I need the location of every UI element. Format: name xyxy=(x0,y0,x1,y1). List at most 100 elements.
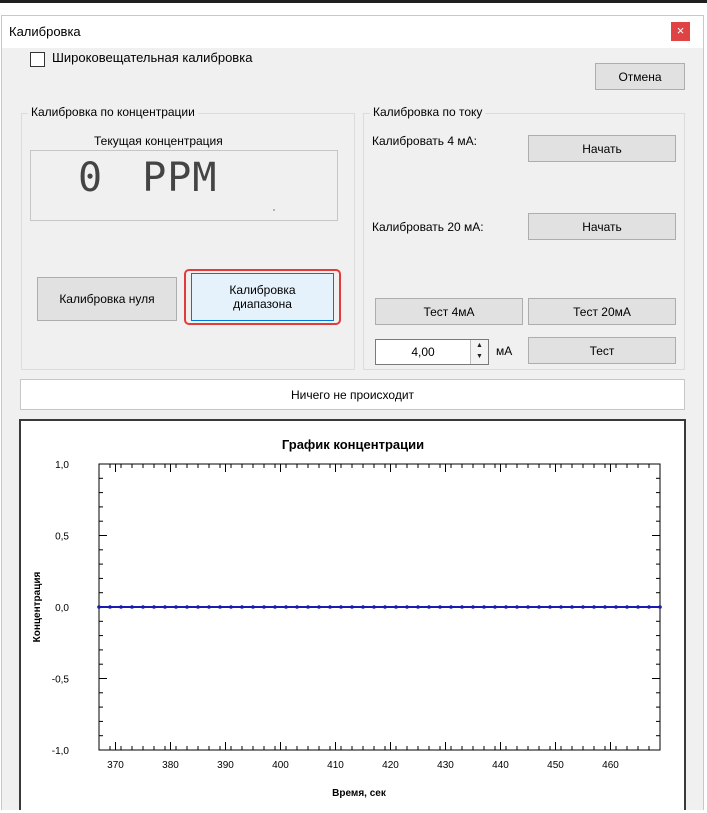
concentration-data-point xyxy=(493,605,497,609)
x-axis-label: Время, сек xyxy=(332,788,387,799)
close-icon[interactable]: × xyxy=(671,22,690,41)
concentration-data-point xyxy=(515,605,519,609)
x-tick-label: 420 xyxy=(382,760,399,771)
concentration-data-point xyxy=(295,605,299,609)
broadcast-calibration-label[interactable]: Широковещательная калибровка xyxy=(52,50,252,65)
y-tick-label: 0,0 xyxy=(55,603,69,614)
concentration-chart-panel: График концентрации Время, сек Концентра… xyxy=(19,419,686,810)
concentration-data-point xyxy=(559,605,563,609)
concentration-data-point xyxy=(372,605,376,609)
concentration-data-point xyxy=(97,605,101,609)
cancel-button-label: Отмена xyxy=(618,69,662,84)
test-4ma-button[interactable]: Тест 4мА xyxy=(375,298,523,325)
ma-value-stepper[interactable]: 4,00 ▲ ▼ xyxy=(375,339,489,365)
start-4ma-button[interactable]: Начать xyxy=(528,135,676,162)
axes-layer: 370 380 390 400 410 420 430 440 450 460 1,0 0,5 0,0 -… xyxy=(52,460,661,771)
screen-top-edge xyxy=(0,0,707,3)
concentration-data-point xyxy=(185,605,189,609)
start-4ma-label: Начать xyxy=(582,141,622,156)
zero-calibration-label: Калибровка нуля xyxy=(59,292,155,306)
concentration-data-point xyxy=(482,605,486,609)
chart-title: График концентрации xyxy=(282,437,424,452)
y-axis-label: Концентрация xyxy=(32,571,43,642)
test-button[interactable]: Тест xyxy=(528,337,676,364)
concentration-data-point xyxy=(449,605,453,609)
x-tick-label: 370 xyxy=(107,760,124,771)
x-tick-label: 430 xyxy=(437,760,454,771)
concentration-unit: PPM xyxy=(142,155,218,201)
ma-value[interactable]: 4,00 xyxy=(376,345,470,359)
test-4ma-label: Тест 4мА xyxy=(423,304,475,319)
title-bar[interactable]: Калибровка × xyxy=(2,16,703,48)
x-tick-label: 390 xyxy=(217,760,234,771)
concentration-data-point xyxy=(416,605,420,609)
concentration-data-point xyxy=(207,605,211,609)
concentration-data-point xyxy=(218,605,222,609)
concentration-data-point xyxy=(592,605,596,609)
concentration-data-point xyxy=(284,605,288,609)
y-tick-label: 1,0 xyxy=(55,460,69,471)
spinner-arrows-icon[interactable]: ▲ ▼ xyxy=(470,340,488,364)
calibrate-20ma-label: Калибровать 20 мА: xyxy=(372,220,484,234)
concentration-data-point xyxy=(273,605,277,609)
concentration-data-point xyxy=(570,605,574,609)
cancel-button[interactable]: Отмена xyxy=(595,63,685,90)
y-tick-label: -1,0 xyxy=(52,746,70,757)
concentration-value-display: 0 PPM xyxy=(78,155,217,201)
start-20ma-button[interactable]: Начать xyxy=(528,213,676,240)
concentration-data-point xyxy=(581,605,585,609)
x-tick-label: 380 xyxy=(162,760,179,771)
ma-unit-label: мА xyxy=(496,344,513,358)
x-tick-label: 460 xyxy=(602,760,619,771)
concentration-data-point xyxy=(240,605,244,609)
concentration-data-point xyxy=(163,605,167,609)
concentration-data-point xyxy=(130,605,134,609)
concentration-data-point xyxy=(603,605,607,609)
current-group-title: Калибровка по току xyxy=(370,105,486,119)
concentration-data-point xyxy=(636,605,640,609)
concentration-data-point xyxy=(229,605,233,609)
concentration-data-point xyxy=(658,605,662,609)
zero-calibration-button[interactable]: Калибровка нуля xyxy=(37,277,177,321)
concentration-data-point xyxy=(141,605,145,609)
concentration-data-point xyxy=(119,605,123,609)
concentration-data-point xyxy=(537,605,541,609)
concentration-data-point xyxy=(383,605,387,609)
concentration-display: 0 PPM xyxy=(30,150,338,221)
x-tick-label: 400 xyxy=(272,760,289,771)
concentration-data-point xyxy=(647,605,651,609)
concentration-data-point xyxy=(548,605,552,609)
concentration-data-point xyxy=(438,605,442,609)
concentration-data-point xyxy=(339,605,343,609)
concentration-data-point xyxy=(394,605,398,609)
concentration-data-point xyxy=(328,605,332,609)
status-bar: Ничего не происходит xyxy=(20,379,685,410)
concentration-data-point xyxy=(152,605,156,609)
concentration-data-point xyxy=(471,605,475,609)
current-concentration-label: Текущая концентрация xyxy=(94,134,223,148)
test-20ma-button[interactable]: Тест 20мА xyxy=(528,298,676,325)
start-20ma-label: Начать xyxy=(582,219,622,234)
concentration-data-point xyxy=(427,605,431,609)
concentration-data-point xyxy=(174,605,178,609)
concentration-data-point xyxy=(460,605,464,609)
test-20ma-label: Тест 20мА xyxy=(573,304,631,319)
y-tick-label: -0,5 xyxy=(52,675,70,686)
window-title: Калибровка xyxy=(9,24,81,39)
concentration-data-point xyxy=(350,605,354,609)
concentration-data-point xyxy=(262,605,266,609)
series-layer xyxy=(97,605,662,609)
concentration-group-title: Калибровка по концентрации xyxy=(28,105,198,119)
concentration-chart: График концентрации Время, сек Концентра… xyxy=(32,437,662,799)
x-tick-label: 440 xyxy=(492,760,509,771)
test-label: Тест xyxy=(589,343,615,358)
checkbox-icon[interactable] xyxy=(30,52,45,67)
concentration-data-point xyxy=(526,605,530,609)
concentration-data-point xyxy=(317,605,321,609)
concentration-data-point xyxy=(196,605,200,609)
concentration-data-point xyxy=(251,605,255,609)
x-tick-label: 410 xyxy=(327,760,344,771)
concentration-data-point xyxy=(625,605,629,609)
concentration-value: 0 xyxy=(78,155,104,201)
concentration-data-point xyxy=(504,605,508,609)
